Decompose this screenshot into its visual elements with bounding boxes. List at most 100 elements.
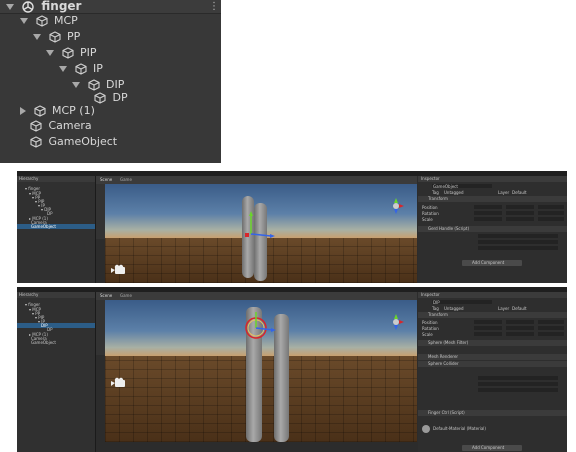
inspector-tab[interactable]: Inspector <box>418 292 567 298</box>
hierarchy-tab[interactable]: Hierarchy <box>17 176 95 182</box>
transform-header[interactable]: Transform <box>418 312 567 318</box>
tool-palette[interactable] <box>96 300 105 355</box>
game-tab[interactable]: Game <box>120 177 132 182</box>
tag-value[interactable]: Untagged <box>444 190 464 195</box>
component-field-3[interactable] <box>478 246 558 250</box>
mesh-renderer-header[interactable]: Mesh Renderer <box>418 354 567 360</box>
hierarchy-item-pp[interactable]: PP <box>33 29 80 45</box>
gameobject-cube-icon <box>30 120 42 132</box>
position-z[interactable] <box>538 320 564 324</box>
tag-label: Tag <box>432 190 439 195</box>
position-y[interactable] <box>506 205 534 209</box>
scene-view[interactable]: Scene Game <box>96 292 417 452</box>
layer-value[interactable]: Default <box>512 190 527 195</box>
tag-value[interactable]: Untagged <box>444 306 464 311</box>
item-label: MCP (1) <box>52 104 95 117</box>
inspector-tab[interactable]: Inspector <box>418 176 567 182</box>
collider-field-3[interactable] <box>478 388 558 392</box>
position-x[interactable] <box>474 320 502 324</box>
scale-y[interactable] <box>506 217 534 221</box>
sphere-collider-header[interactable]: Sphere Collider <box>418 361 567 367</box>
component-field-2[interactable] <box>478 240 558 244</box>
scale-z[interactable] <box>538 332 564 336</box>
rotation-z[interactable] <box>538 326 564 330</box>
scale-x[interactable] <box>474 217 502 221</box>
finger-ctrl-header[interactable]: Finger Ctrl (Script) <box>418 410 567 416</box>
object-name-field[interactable] <box>432 300 492 304</box>
inspector-panel: Inspector DIP Tag Untagged Layer Default… <box>418 292 567 452</box>
collider-field-1[interactable] <box>478 376 558 380</box>
material-preview-icon <box>422 425 430 433</box>
item-gameobject[interactable]: GameObject <box>31 340 56 345</box>
add-component-button[interactable]: Add Component <box>462 445 522 451</box>
sphere-mesh-filter-header[interactable]: Sphere (Mesh Filter) <box>418 340 567 346</box>
rotate-gizmo[interactable] <box>241 306 281 346</box>
scene-tab[interactable]: Scene <box>100 293 112 298</box>
scale-x[interactable] <box>474 332 502 336</box>
layer-value[interactable]: Default <box>512 306 527 311</box>
scene-root-row[interactable]: finger <box>6 0 81 14</box>
hierarchy-item-pip[interactable]: PIP <box>46 45 97 61</box>
hierarchy-tab[interactable]: Hierarchy <box>17 292 95 298</box>
layer-label: Layer <box>498 190 510 195</box>
item-label: Camera <box>48 119 92 132</box>
rotation-x[interactable] <box>474 211 502 215</box>
scale-z[interactable] <box>538 217 564 221</box>
item-label: GameObject <box>48 135 118 148</box>
material-name[interactable]: Default-Material (Material) <box>433 426 486 431</box>
scene-tab[interactable]: Scene <box>100 177 112 182</box>
move-gizmo[interactable] <box>241 206 281 246</box>
position-x[interactable] <box>474 205 502 209</box>
hierarchy-item-ip[interactable]: IP <box>59 61 103 77</box>
gameobject-cube-icon <box>94 92 106 104</box>
unity-editor-1: Hierarchy ▾ finger ▾ MCP ▾ PP ▾ PIP ▾ IP… <box>17 171 567 283</box>
scene-name: finger <box>41 0 82 13</box>
collider-field-2[interactable] <box>478 382 558 386</box>
add-component-button[interactable]: Add Component <box>462 260 522 266</box>
rotation-label: Rotation <box>422 326 439 331</box>
scale-label: Scale <box>422 332 433 337</box>
position-z[interactable] <box>538 205 564 209</box>
camera-icon[interactable] <box>111 377 127 389</box>
scene-view[interactable]: Scene Game <box>96 176 417 283</box>
scene-toolbar: Scene Game <box>96 292 417 300</box>
inspector-panel: Inspector GameObject Tag Untagged Layer … <box>418 176 567 283</box>
hierarchy-item-mcp-1[interactable]: MCP (1) <box>20 103 95 119</box>
item-label: MCP <box>54 14 78 27</box>
position-label: Position <box>422 205 438 210</box>
gameobject-cube-icon <box>35 15 48 27</box>
hierarchy-item-gameobject[interactable]: GameObject <box>30 134 117 150</box>
position-y[interactable] <box>506 320 534 324</box>
rotation-y[interactable] <box>506 211 534 215</box>
orientation-gizmo[interactable] <box>386 312 406 332</box>
rotation-z[interactable] <box>538 211 564 215</box>
scale-y[interactable] <box>506 332 534 336</box>
scale-label: Scale <box>422 217 433 222</box>
expand-triangle-icon[interactable] <box>6 3 14 10</box>
hierarchy-item-mcp[interactable]: MCP <box>20 13 78 29</box>
item-gameobject[interactable]: GameObject <box>31 224 56 229</box>
hierarchy-item-camera[interactable]: Camera <box>30 118 92 134</box>
hierarchy-panel: Hierarchy ▾ finger ▾ MCP ▾ PP ▾ PIP ▾ IP… <box>17 176 96 283</box>
selected-row[interactable] <box>17 224 95 229</box>
tool-palette[interactable] <box>96 184 105 239</box>
item-label: DP <box>112 91 128 104</box>
transform-header[interactable]: Transform <box>418 196 567 202</box>
hierarchy-item-dp[interactable]: DP <box>94 90 128 106</box>
camera-icon[interactable] <box>111 264 127 276</box>
rotation-x[interactable] <box>474 326 502 330</box>
game-tab[interactable]: Game <box>120 293 132 298</box>
unity-editor-2: Hierarchy ▾ finger ▾ MCP ▾ PP ▾ PIP ▾ IP… <box>17 287 567 452</box>
item-label: IP <box>93 62 103 75</box>
rotation-y[interactable] <box>506 326 534 330</box>
item-label: PIP <box>80 46 97 59</box>
component-field-1[interactable] <box>478 234 558 238</box>
more-menu-icon[interactable]: ⋮ <box>209 1 219 12</box>
unity-scene-icon <box>22 0 34 13</box>
component-header[interactable]: Gerd Handle (Script) <box>418 226 567 232</box>
selected-row[interactable] <box>17 323 95 328</box>
object-name: GameObject <box>433 184 458 189</box>
rotation-label: Rotation <box>422 211 439 216</box>
scene-toolbar: Scene Game <box>96 176 417 184</box>
orientation-gizmo[interactable] <box>386 196 406 216</box>
